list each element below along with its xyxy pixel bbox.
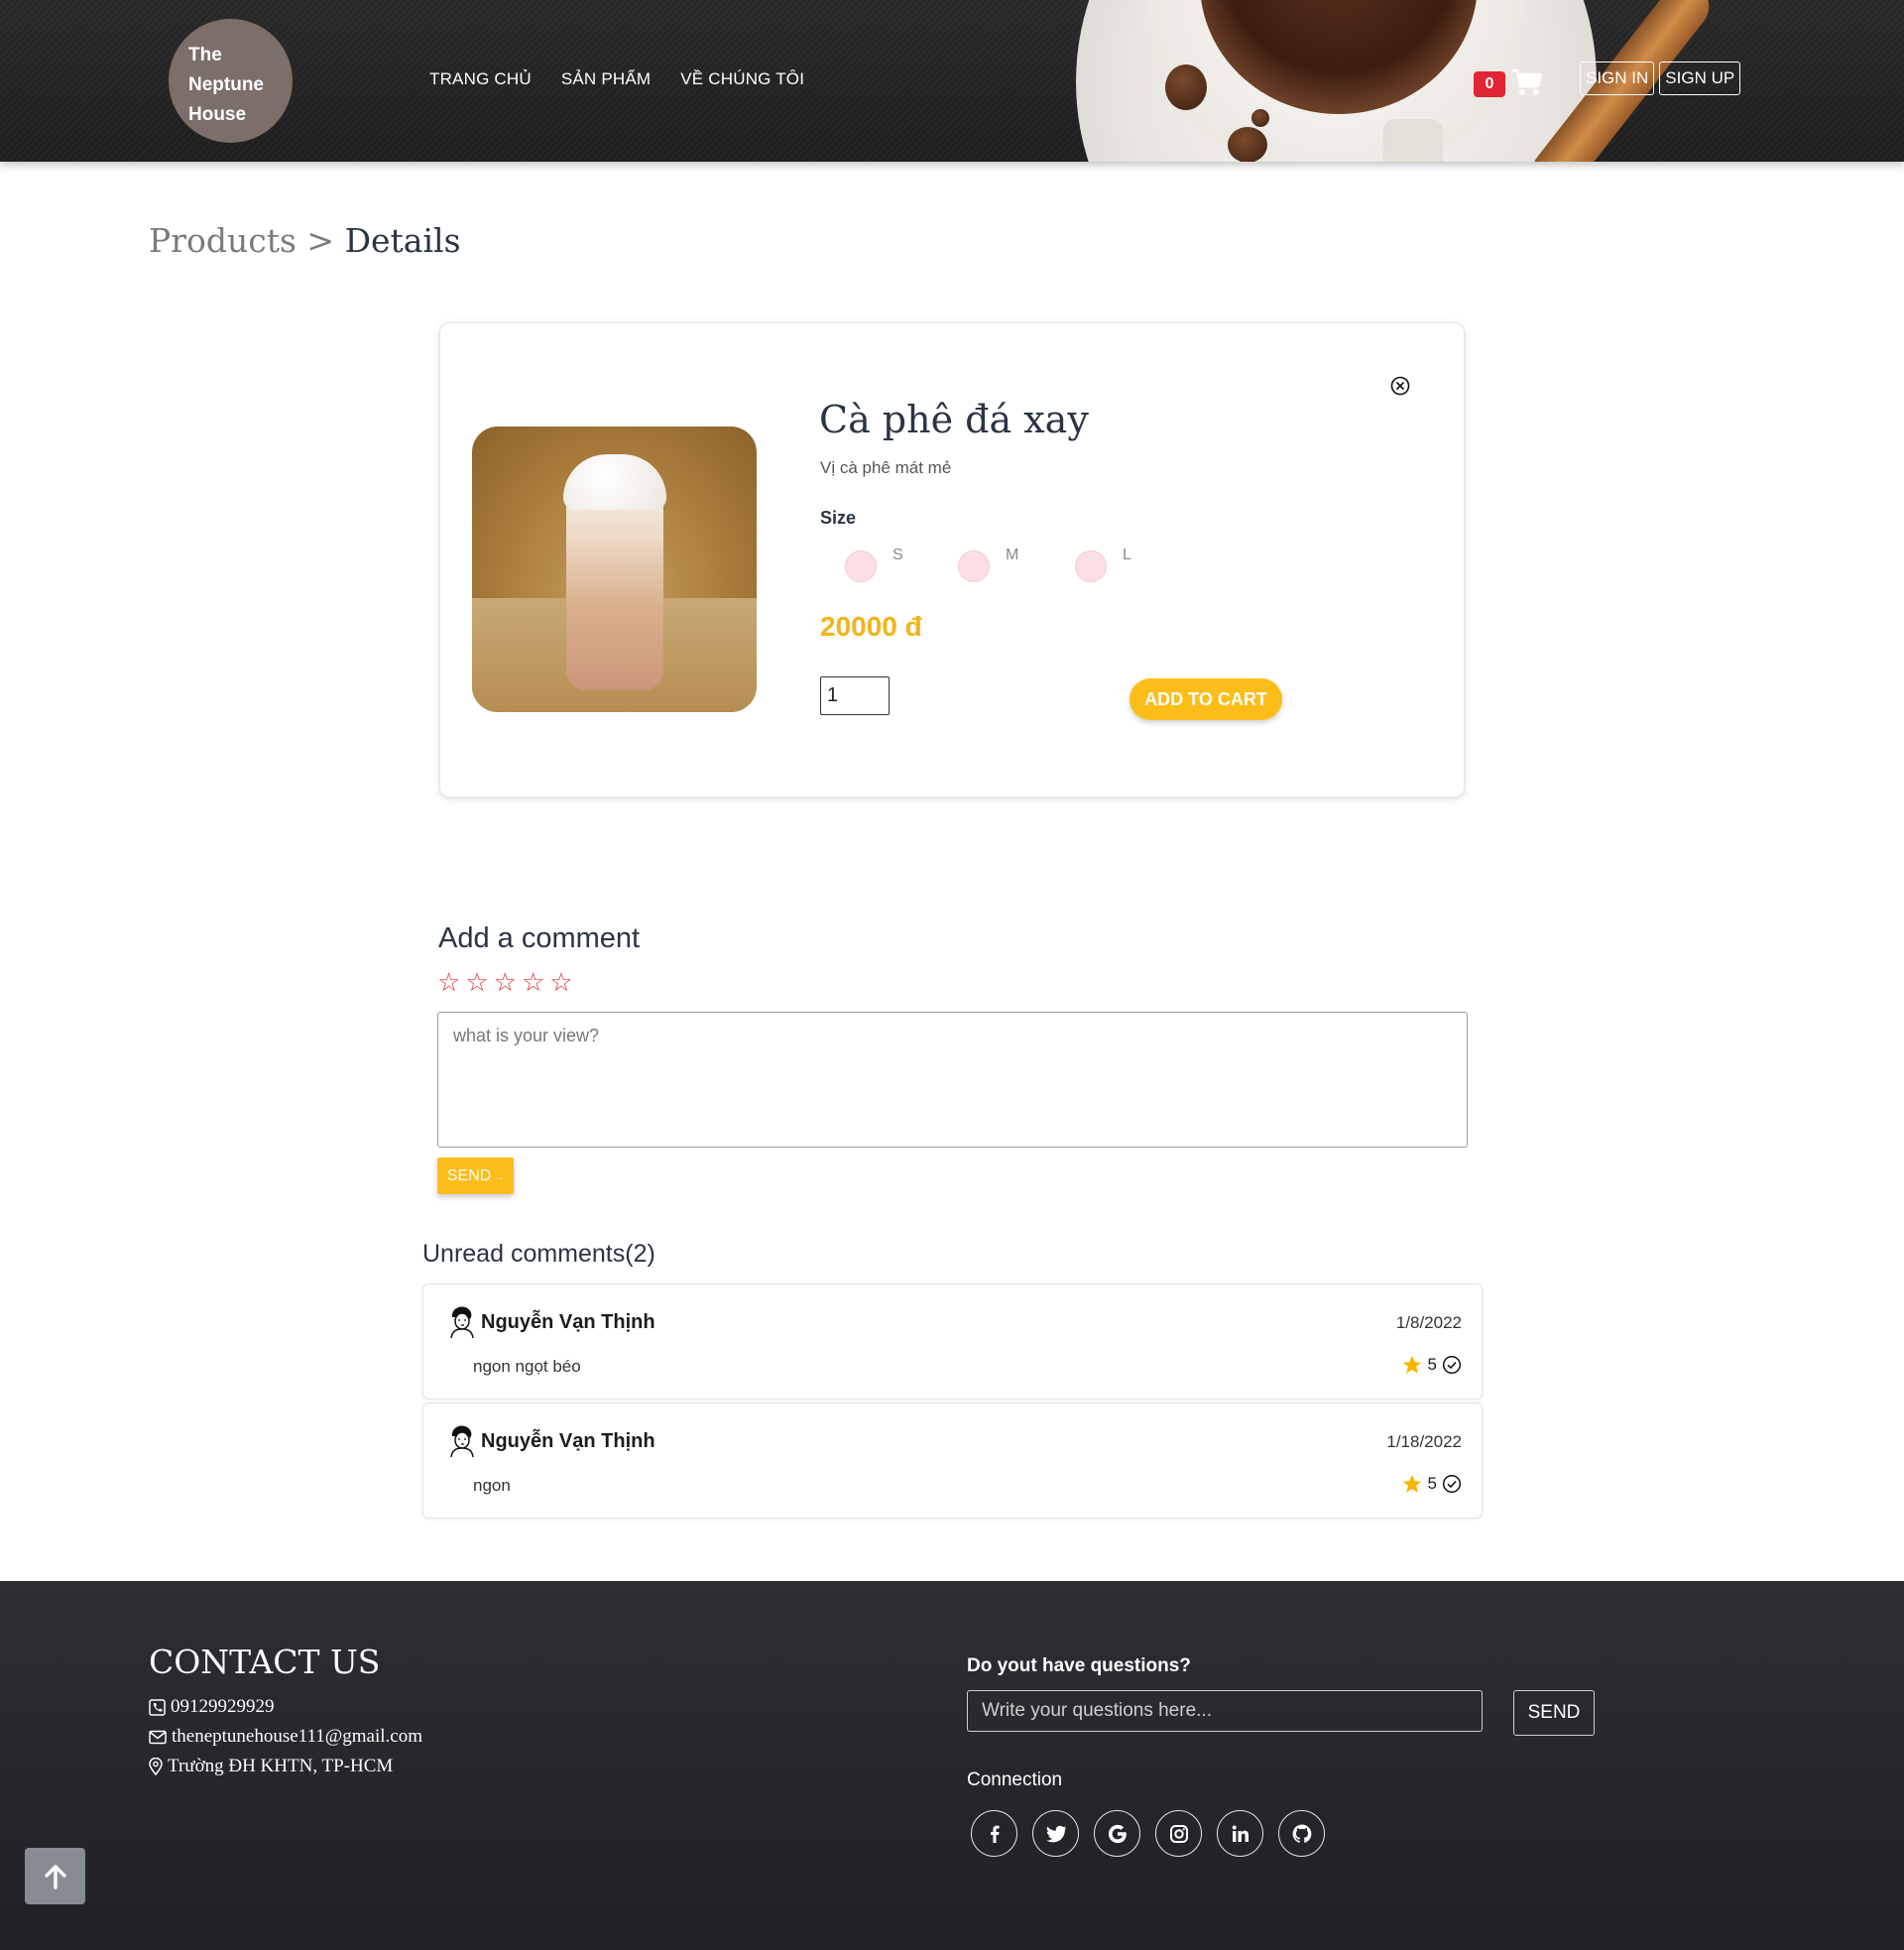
envelope-icon <box>149 1730 167 1744</box>
comment-text: ngon <box>473 1476 511 1495</box>
site-footer: CONTACT US 09129929929 theneptunehouse11… <box>0 1581 1904 1950</box>
check-circle-icon <box>1442 1474 1462 1494</box>
check-circle-icon <box>1442 1355 1462 1375</box>
questions-title: Do yout have questions? <box>967 1655 1191 1676</box>
comment-date: 1/8/2022 <box>1395 1313 1462 1332</box>
comment-rating-value: 5 <box>1427 1355 1437 1374</box>
star-filled-icon <box>1402 1474 1421 1493</box>
scroll-to-top-button[interactable] <box>25 1848 85 1904</box>
cart-icon[interactable] <box>1511 67 1543 97</box>
contact-address: Trường ĐH KHTN, TP-HCM <box>149 1756 393 1777</box>
logo-line: House <box>188 104 247 125</box>
comment-author: Nguyễn Vạn Thịnh <box>481 1430 655 1452</box>
instagram-icon[interactable] <box>1155 1810 1202 1857</box>
coffee-bean-image <box>1251 109 1269 127</box>
comment-card: Nguyễn Vạn Thịnh 1/8/2022 ngon ngọt béo … <box>422 1283 1483 1400</box>
add-comment-title: Add a comment <box>438 922 641 954</box>
nav-about[interactable]: VỀ CHÚNG TÔI <box>680 69 804 89</box>
google-icon[interactable] <box>1094 1810 1140 1857</box>
comment-card: Nguyễn Vạn Thịnh 1/18/2022 ngon 5 <box>422 1402 1483 1519</box>
site-logo[interactable]: The Neptune House <box>169 19 293 143</box>
comment-rating: 5 <box>1401 1354 1462 1376</box>
product-detail-card: Cà phê đá xay Vị cà phê mát mẻ Size S M … <box>439 322 1465 797</box>
github-icon[interactable] <box>1278 1810 1325 1857</box>
product-description: Vị cà phê mát mẻ <box>820 458 952 477</box>
size-option-label: M <box>1006 547 1019 563</box>
star-icon[interactable]: ☆ <box>549 967 572 998</box>
star-icon[interactable]: ☆ <box>465 967 488 998</box>
contact-title: CONTACT US <box>149 1643 381 1681</box>
user-avatar-icon <box>450 1306 474 1339</box>
product-price: 20000 đ <box>820 611 922 642</box>
comment-text: ngon ngọt béo <box>473 1357 581 1376</box>
user-avatar-icon <box>450 1425 474 1458</box>
comment-textarea[interactable] <box>437 1012 1468 1148</box>
cup-handle-image <box>1383 119 1443 162</box>
arrow-up-icon <box>44 1864 66 1889</box>
contact-address-text: Trường ĐH KHTN, TP-HCM <box>168 1756 394 1776</box>
size-radio[interactable] <box>1075 550 1107 582</box>
facebook-icon[interactable] <box>971 1810 1017 1857</box>
logo-line: Neptune <box>188 74 264 95</box>
breadcrumb-products[interactable]: Products <box>149 221 297 260</box>
contact-phone-text: 09129929929 <box>171 1696 275 1717</box>
nav-products[interactable]: SẢN PHẨM <box>561 69 651 89</box>
star-icon[interactable]: ☆ <box>494 967 517 998</box>
size-radio[interactable] <box>958 550 990 582</box>
sign-in-button[interactable]: SIGN IN <box>1580 61 1655 95</box>
send-comment-label: SEND <box>446 1166 492 1184</box>
nav-home[interactable]: TRANG CHỦ <box>429 69 532 89</box>
star-filled-icon <box>1402 1355 1421 1374</box>
question-input[interactable] <box>967 1690 1483 1732</box>
linkedin-icon[interactable] <box>1217 1810 1263 1857</box>
auth-buttons: SIGN IN SIGN UP <box>1580 61 1741 95</box>
connection-title: Connection <box>967 1769 1063 1790</box>
size-label: Size <box>820 508 857 528</box>
main-nav: TRANG CHỦ SẢN PHẨM VỀ CHÚNG TÔI <box>429 69 804 89</box>
comment-date: 1/18/2022 <box>1386 1432 1462 1451</box>
sign-up-button[interactable]: SIGN UP <box>1659 61 1741 95</box>
logo-line: The <box>188 45 222 65</box>
add-to-cart-button[interactable]: ADD TO CART <box>1130 678 1282 720</box>
breadcrumb: Products > Details <box>149 221 461 260</box>
contact-email: theneptunehouse111@gmail.com <box>149 1726 422 1748</box>
cart-count-badge: 0 <box>1474 71 1505 97</box>
contact-email-text: theneptunehouse111@gmail.com <box>172 1726 423 1747</box>
size-radio[interactable] <box>845 550 877 582</box>
quantity-input[interactable] <box>820 676 890 715</box>
question-send-button[interactable]: SEND <box>1513 1690 1595 1736</box>
comment-author: Nguyễn Vạn Thịnh <box>481 1311 655 1333</box>
send-comment-button[interactable]: SEND → <box>437 1158 514 1194</box>
site-header: The Neptune House TRANG CHỦ SẢN PHẨM VỀ … <box>0 0 1904 162</box>
location-pin-icon <box>149 1758 163 1775</box>
phone-icon <box>149 1698 166 1716</box>
breadcrumb-current: Details <box>344 221 461 260</box>
coffee-bean-image <box>1228 127 1267 162</box>
contact-phone: 09129929929 <box>149 1696 275 1718</box>
product-image <box>472 427 757 712</box>
product-name: Cà phê đá xay <box>819 398 1089 441</box>
twitter-icon[interactable] <box>1032 1810 1079 1857</box>
close-icon[interactable] <box>1389 375 1411 397</box>
coffee-bean-image <box>1165 64 1207 110</box>
comment-rating: 5 <box>1401 1473 1462 1495</box>
social-links <box>971 1810 1325 1857</box>
size-option-label: S <box>892 547 903 563</box>
size-option-label: L <box>1123 547 1131 563</box>
arrow-right-icon: → <box>491 1171 505 1183</box>
product-image-cream <box>563 454 666 510</box>
breadcrumb-separator: > <box>306 221 335 260</box>
star-icon[interactable]: ☆ <box>437 967 460 998</box>
unread-comments-title: Unread comments(2) <box>422 1240 655 1268</box>
rating-stars: ☆ ☆ ☆ ☆ ☆ <box>437 967 573 998</box>
product-image-glass <box>566 484 663 690</box>
comment-rating-value: 5 <box>1427 1474 1437 1493</box>
star-icon[interactable]: ☆ <box>522 967 544 998</box>
